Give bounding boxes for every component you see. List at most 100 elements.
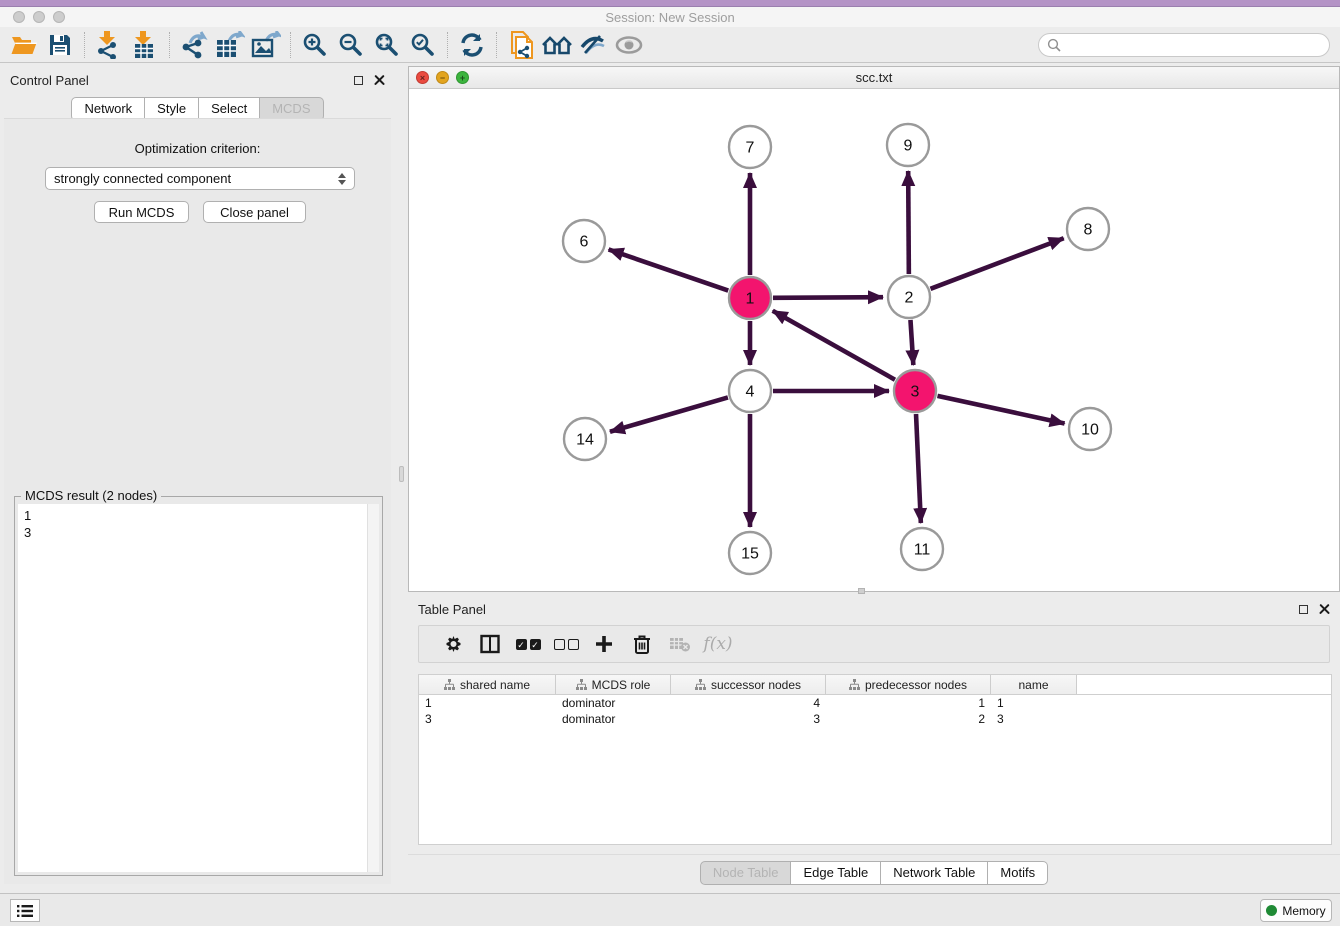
export-image-button[interactable]	[248, 29, 284, 61]
unselect-all-columns-button[interactable]	[547, 629, 585, 659]
function-builder-button[interactable]: f(x)	[699, 629, 737, 659]
graph-edge-1-6[interactable]	[609, 249, 729, 290]
float-table-panel-icon[interactable]	[1299, 605, 1308, 614]
criterion-dropdown[interactable]: strongly connected component	[45, 167, 355, 190]
network-canvas[interactable]: 7 9 6 8 1 2 4 3 14 10 15 11	[409, 89, 1339, 591]
list-icon	[17, 904, 33, 918]
table-row[interactable]: 1dominator411	[419, 695, 1331, 711]
clone-network-button[interactable]	[503, 29, 539, 61]
graph-node-9[interactable]: 9	[887, 124, 929, 166]
graph-node-3[interactable]: 3	[894, 370, 936, 412]
graph-edge-2-8[interactable]	[931, 238, 1064, 289]
tab-edge-table[interactable]: Edge Table	[791, 861, 881, 885]
graph-node-4[interactable]: 4	[729, 370, 771, 412]
export-table-button[interactable]	[212, 29, 248, 61]
close-window-button[interactable]	[13, 11, 25, 23]
table-cell[interactable]: 3	[671, 711, 826, 727]
column-header-predecessor-nodes[interactable]: predecessor nodes	[826, 675, 991, 694]
network-window-titlebar[interactable]: × − + scc.txt	[409, 67, 1339, 89]
graph-edge-2-9[interactable]	[908, 171, 909, 274]
float-panel-icon[interactable]	[354, 76, 363, 85]
zoom-window-button[interactable]	[53, 11, 65, 23]
table-cell[interactable]: 2	[826, 711, 991, 727]
table-cell[interactable]: dominator	[556, 711, 671, 727]
graph-node-label: 1	[746, 291, 755, 308]
graph-edge-3-1[interactable]	[773, 311, 895, 380]
unchecked-boxes-icon	[554, 639, 579, 650]
delete-column-button[interactable]	[623, 629, 661, 659]
zoom-in-button[interactable]	[297, 29, 333, 61]
network-close-button[interactable]: ×	[416, 71, 429, 84]
zoom-fit-button[interactable]	[369, 29, 405, 61]
show-column-panel-button[interactable]	[471, 629, 509, 659]
run-mcds-button[interactable]: Run MCDS	[94, 201, 189, 223]
graph-node-1[interactable]: 1	[729, 277, 771, 319]
graph-node-6[interactable]: 6	[563, 220, 605, 262]
graph-node-10[interactable]: 10	[1069, 408, 1111, 450]
graph-edge-2-3[interactable]	[910, 320, 913, 365]
close-panel-icon[interactable]	[374, 75, 385, 86]
table-cell[interactable]: dominator	[556, 695, 671, 711]
graph-node-7[interactable]: 7	[729, 126, 771, 168]
network-minimize-button[interactable]: −	[436, 71, 449, 84]
close-panel-button[interactable]: Close panel	[203, 201, 306, 223]
graph-node-15[interactable]: 15	[729, 532, 771, 574]
table-cell[interactable]: 4	[671, 695, 826, 711]
create-column-button[interactable]	[585, 629, 623, 659]
hide-graphics-details-button[interactable]	[575, 29, 611, 61]
table-cell[interactable]: 3	[419, 711, 556, 727]
mcds-result-text[interactable]: 1 3	[18, 504, 379, 872]
column-header-name[interactable]: name	[991, 675, 1077, 694]
import-table-button[interactable]	[127, 29, 163, 61]
graph-node-8[interactable]: 8	[1067, 208, 1109, 250]
search-field[interactable]	[1038, 33, 1330, 57]
column-header-successor-nodes[interactable]: successor nodes	[671, 675, 826, 694]
network-resize-grip[interactable]	[858, 588, 865, 594]
table-cell[interactable]: 1	[419, 695, 556, 711]
control-panel: Control Panel Network Style Select MCDS …	[0, 66, 395, 888]
show-graphics-details-button[interactable]	[611, 29, 647, 61]
select-all-columns-button[interactable]: ✓✓	[509, 629, 547, 659]
task-history-button[interactable]	[10, 899, 40, 922]
network-maximize-button[interactable]: +	[456, 71, 469, 84]
import-network-button[interactable]	[91, 29, 127, 61]
panel-splitter-handle[interactable]	[399, 466, 404, 482]
hierarchy-icon	[849, 679, 860, 690]
minimize-window-button[interactable]	[33, 11, 45, 23]
mcds-result-title: MCDS result (2 nodes)	[21, 488, 161, 503]
homes-icon	[542, 33, 572, 57]
close-table-panel-icon[interactable]	[1319, 604, 1330, 615]
network-view-window: × − + scc.txt 7 9 6 8 1 2 4 3 14 10 15 11	[408, 66, 1340, 592]
column-header-MCDS-role[interactable]: MCDS role	[556, 675, 671, 694]
memory-button[interactable]: Memory	[1260, 899, 1332, 922]
export-network-button[interactable]	[176, 29, 212, 61]
graph-edge-3-10[interactable]	[937, 396, 1064, 424]
tab-node-table[interactable]: Node Table	[700, 861, 792, 885]
graph-node-14[interactable]: 14	[564, 418, 606, 460]
column-header-shared-name[interactable]: shared name	[419, 675, 556, 694]
graph-node-label: 15	[741, 546, 759, 563]
table-row[interactable]: 3dominator323	[419, 711, 1331, 727]
apply-layout-button[interactable]	[454, 29, 490, 61]
open-session-button[interactable]	[6, 29, 42, 61]
show-all-networks-button[interactable]	[539, 29, 575, 61]
tab-network-table[interactable]: Network Table	[881, 861, 988, 885]
zoom-out-button[interactable]	[333, 29, 369, 61]
search-input[interactable]	[1061, 35, 1329, 55]
result-scrollbar[interactable]	[367, 504, 379, 872]
graph-node-11[interactable]: 11	[901, 528, 943, 570]
graph-node-2[interactable]: 2	[888, 276, 930, 318]
tab-motifs[interactable]: Motifs	[988, 861, 1048, 885]
save-session-button[interactable]	[42, 29, 78, 61]
table-settings-button[interactable]	[433, 629, 471, 659]
column-header-label: successor nodes	[711, 678, 801, 692]
delete-table-icon	[669, 635, 691, 653]
graph-edge-4-14[interactable]	[610, 397, 728, 431]
table-cell[interactable]: 3	[991, 711, 1077, 727]
graph-edge-3-11[interactable]	[916, 414, 921, 523]
delete-table-button[interactable]	[661, 629, 699, 659]
graph-edge-1-2[interactable]	[773, 297, 883, 298]
zoom-selected-button[interactable]	[405, 29, 441, 61]
table-cell[interactable]: 1	[826, 695, 991, 711]
table-cell[interactable]: 1	[991, 695, 1077, 711]
